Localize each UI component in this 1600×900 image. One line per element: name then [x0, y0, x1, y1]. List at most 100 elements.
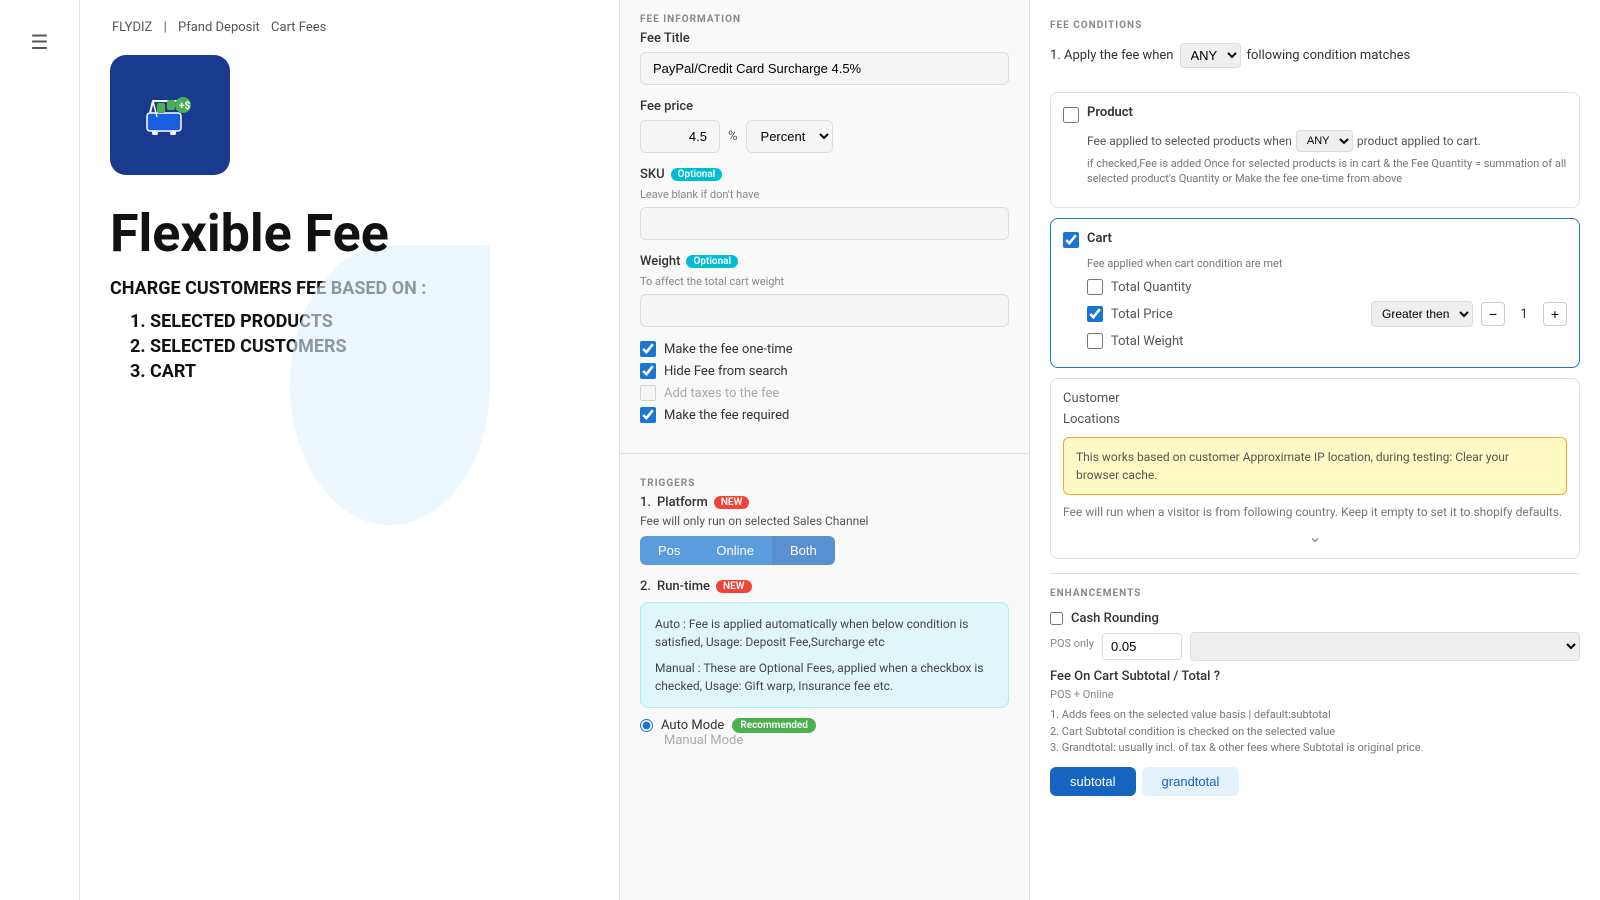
- make-one-time-row: Make the fee one-time: [640, 341, 1009, 357]
- make-required-row: Make the fee required: [640, 407, 1009, 423]
- breadcrumb-pfand[interactable]: Pfand Deposit: [178, 20, 260, 35]
- fee-title-label: Fee Title: [640, 31, 1009, 46]
- locations-label: Locations: [1063, 412, 1567, 427]
- make-required-checkbox[interactable]: [640, 407, 656, 423]
- make-required-label: Make the fee required: [664, 408, 789, 423]
- total-quantity-checkbox[interactable]: [1087, 279, 1103, 295]
- stepper-value: 1: [1509, 307, 1539, 322]
- manual-text: Manual : These are Optional Fees, applie…: [655, 659, 994, 695]
- subtotal-grandtotal-row: subtotal grandtotal: [1050, 767, 1580, 796]
- platform-new-badge: NEW: [714, 496, 750, 509]
- platform-btn-group: Pos Online Both: [640, 536, 1009, 565]
- hero-subtitle: CHARGE CUSTOMERS FEE BASED ON :: [110, 278, 589, 299]
- fee-checkboxes: Make the fee one-time Hide Fee from sear…: [620, 341, 1029, 443]
- total-price-condition-select[interactable]: Greater then Less then Equal to: [1371, 301, 1473, 327]
- weight-hint: To affect the total cart weight: [640, 275, 1009, 288]
- add-taxes-checkbox[interactable]: [640, 385, 656, 401]
- hero-list-item: 2. SELECTED CUSTOMERS: [130, 336, 589, 357]
- any-select[interactable]: ANY ALL: [1180, 43, 1241, 68]
- cash-rounding-value[interactable]: [1102, 633, 1182, 660]
- cart-checkbox[interactable]: [1063, 232, 1079, 248]
- both-button[interactable]: Both: [772, 536, 835, 565]
- product-row: Product: [1063, 105, 1567, 124]
- hide-fee-label: Hide Fee from search: [664, 364, 788, 379]
- weight-input[interactable]: [640, 294, 1009, 327]
- auto-text: Auto : Fee is applied automatically when…: [655, 615, 994, 651]
- fee-on-cart-pos-hint: POS + Online: [1050, 688, 1580, 701]
- sku-section: SKU Optional Leave blank if don't have: [620, 167, 1029, 254]
- total-price-checkbox[interactable]: [1087, 306, 1103, 322]
- add-taxes-label: Add taxes to the fee: [664, 386, 779, 401]
- hero-title: Flexible Fee: [110, 205, 589, 262]
- total-quantity-row: Total Quantity: [1063, 279, 1567, 295]
- right-panel: FEE CONDITIONS 1. Apply the fee when ANY…: [1030, 0, 1600, 900]
- pos-button[interactable]: Pos: [640, 536, 698, 565]
- product-checkbox[interactable]: [1063, 107, 1079, 123]
- runtime-new-badge: NEW: [716, 580, 752, 593]
- platform-hint: Fee will only run on selected Sales Chan…: [640, 514, 1009, 528]
- total-weight-row: Total Weight: [1063, 333, 1567, 349]
- auto-mode-label: Auto Mode: [661, 718, 724, 733]
- country-hint: Fee will run when a visitor is from foll…: [1063, 505, 1567, 519]
- chevron-down-icon[interactable]: ⌄: [1063, 527, 1567, 546]
- stepper-minus-button[interactable]: −: [1481, 302, 1505, 326]
- platform-title: 1. Platform NEW: [640, 495, 1009, 510]
- online-button[interactable]: Online: [698, 536, 772, 565]
- make-one-time-label: Make the fee one-time: [664, 342, 793, 357]
- runtime-title: 2. Run-time NEW: [640, 579, 1009, 594]
- sku-input[interactable]: [640, 207, 1009, 240]
- breadcrumb: FLYDIZ | Pfand Deposit Cart Fees: [110, 20, 589, 35]
- cash-rounding-select[interactable]: [1190, 632, 1580, 661]
- cash-rounding-checkbox[interactable]: [1050, 612, 1063, 625]
- fee-price-input[interactable]: [640, 120, 720, 153]
- middle-panel: FEE INFORMATION Fee Title Fee price % Pe…: [620, 0, 1030, 900]
- grandtotal-button[interactable]: grandtotal: [1142, 767, 1240, 796]
- breadcrumb-cart-fees[interactable]: Cart Fees: [271, 20, 326, 35]
- make-one-time-checkbox[interactable]: [640, 341, 656, 357]
- subtotal-button[interactable]: subtotal: [1050, 767, 1136, 796]
- customer-row: Customer: [1063, 391, 1567, 406]
- total-weight-checkbox[interactable]: [1087, 333, 1103, 349]
- product-any-select[interactable]: ANY ALL: [1296, 130, 1353, 152]
- cash-rounding-input-row: POS only: [1050, 632, 1580, 661]
- svg-text:+$: +$: [179, 99, 190, 112]
- total-price-label: Total Price: [1111, 307, 1363, 322]
- fee-info-section-label: FEE INFORMATION: [620, 0, 1029, 31]
- platform-trigger: 1. Platform NEW Fee will only run on sel…: [640, 495, 1009, 565]
- yellow-warning-box: This works based on customer Approximate…: [1063, 437, 1567, 495]
- auto-mode-row: Auto Mode Recommended: [640, 718, 1009, 733]
- customer-locations-section: Customer Locations This works based on c…: [1050, 378, 1580, 559]
- total-quantity-label: Total Quantity: [1111, 280, 1567, 295]
- apply-fee-block: 1. Apply the fee when ANY ALL following …: [1050, 43, 1580, 78]
- weight-label: Weight Optional: [640, 254, 1009, 269]
- locations-row: Locations: [1063, 412, 1567, 427]
- left-panel: FLYDIZ | Pfand Deposit Cart Fees: [80, 0, 620, 900]
- apply-fee-text: 1. Apply the fee when ANY ALL following …: [1050, 43, 1580, 68]
- fee-price-label: Fee price: [640, 99, 1009, 114]
- product-section: Product Fee applied to selected products…: [1050, 92, 1580, 208]
- customer-label: Customer: [1063, 391, 1567, 406]
- add-taxes-row: Add taxes to the fee: [640, 385, 1009, 401]
- runtime-box: Auto : Fee is applied automatically when…: [640, 602, 1009, 708]
- fee-price-unit: %: [728, 129, 738, 144]
- sku-label: SKU Optional: [640, 167, 1009, 182]
- fee-on-cart-point-2: 2. Cart Subtotal condition is checked on…: [1050, 724, 1580, 741]
- hero-list-item: 1. SELECTED PRODUCTS: [130, 311, 589, 332]
- cart-section: Cart Fee applied when cart condition are…: [1050, 218, 1580, 368]
- breadcrumb-brand[interactable]: FLYDIZ: [112, 20, 152, 35]
- cart-hint: Fee applied when cart condition are met: [1063, 256, 1567, 271]
- hide-fee-checkbox[interactable]: [640, 363, 656, 379]
- hero-list-item: 3. CART: [130, 361, 589, 382]
- stepper-plus-button[interactable]: +: [1543, 302, 1567, 326]
- product-title: Product: [1087, 105, 1133, 120]
- cart-title: Cart: [1087, 231, 1112, 246]
- cash-rounding-label: Cash Rounding: [1071, 611, 1159, 626]
- fee-title-input[interactable]: [640, 52, 1009, 85]
- manual-mode-label: Manual Mode: [640, 733, 1009, 748]
- fee-on-cart-block: Fee On Cart Subtotal / Total ? POS + Onl…: [1050, 669, 1580, 796]
- fee-price-type-select[interactable]: Percent Fixed: [746, 120, 833, 153]
- menu-icon[interactable]: ☰: [21, 20, 59, 64]
- auto-mode-radio[interactable]: [640, 719, 653, 732]
- app-logo: +$: [110, 55, 230, 175]
- cash-rounding-row: Cash Rounding: [1050, 611, 1580, 626]
